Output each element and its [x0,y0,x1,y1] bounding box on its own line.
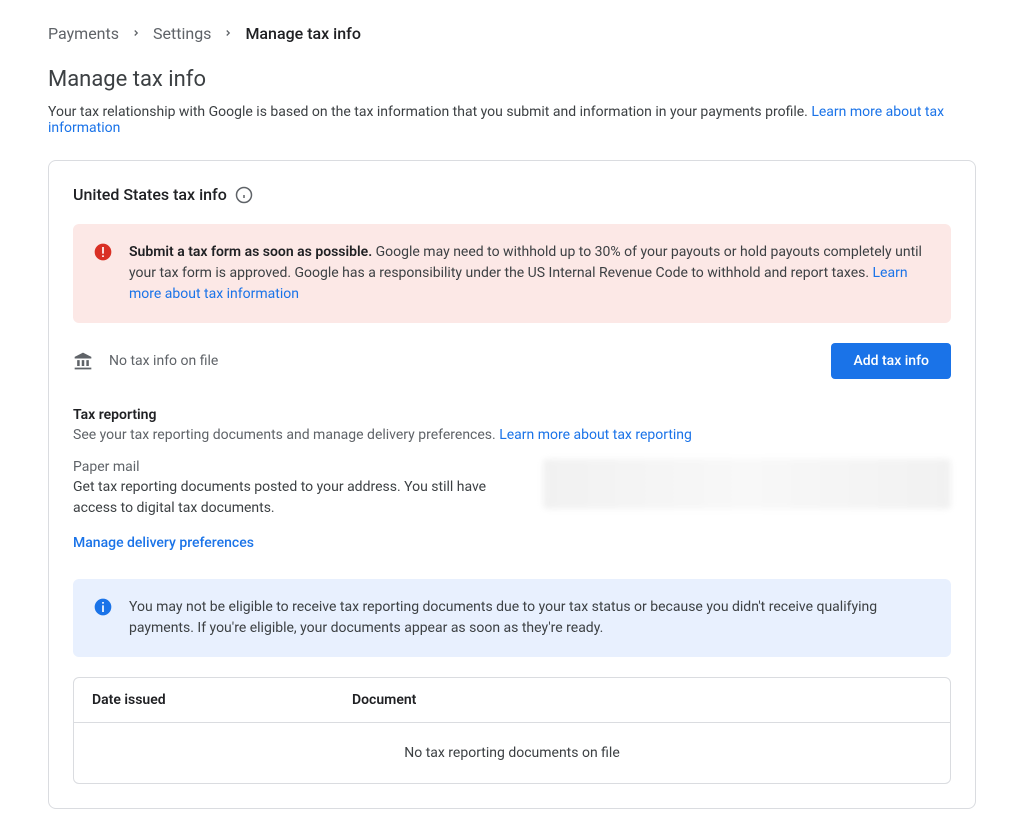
tax-file-row: No tax info on file Add tax info [73,343,951,379]
alert-error-strong: Submit a tax form as soon as possible. [129,244,372,260]
delivery-row: Paper mail Get tax reporting documents p… [73,459,951,519]
breadcrumb-link-payments[interactable]: Payments [48,24,119,43]
alert-error-text: Submit a tax form as soon as possible. G… [129,242,931,305]
section-title: United States tax info [73,185,227,204]
page-subtitle-text: Your tax relationship with Google is bas… [48,104,811,120]
chevron-right-icon [131,26,141,42]
redacted-address [543,459,951,509]
tax-documents-table: Date issued Document No tax reporting do… [73,677,951,784]
delivery-label: Paper mail [73,459,503,475]
alert-info-text: You may not be eligible to receive tax r… [129,597,931,639]
us-tax-info-card: United States tax info Submit a tax form… [48,160,976,809]
col-header-date-issued: Date issued [92,692,352,708]
page-subtitle: Your tax relationship with Google is bas… [48,104,976,136]
manage-delivery-preferences-link[interactable]: Manage delivery preferences [73,535,254,551]
bank-icon [73,351,93,371]
add-tax-info-button[interactable]: Add tax info [831,343,951,379]
col-header-document: Document [352,692,932,708]
delivery-desc: Get tax reporting documents posted to yo… [73,477,503,519]
no-tax-info-text: No tax info on file [109,353,218,369]
alert-submit-tax-form: Submit a tax form as soon as possible. G… [73,224,951,323]
table-empty-state: No tax reporting documents on file [74,723,950,783]
table-header: Date issued Document [74,678,950,723]
breadcrumb-current: Manage tax info [245,24,360,43]
page-title: Manage tax info [48,67,976,92]
tax-reporting-desc-text: See your tax reporting documents and man… [73,427,499,443]
alert-eligibility-info: You may not be eligible to receive tax r… [73,579,951,657]
chevron-right-icon [223,26,233,42]
learn-more-tax-reporting-link[interactable]: Learn more about tax reporting [499,427,692,443]
tax-reporting-desc: See your tax reporting documents and man… [73,427,951,443]
error-icon [93,242,113,262]
info-filled-icon [93,597,113,617]
info-icon[interactable] [235,186,253,204]
breadcrumb-link-settings[interactable]: Settings [153,24,211,43]
breadcrumb: Payments Settings Manage tax info [48,24,976,43]
tax-reporting-title: Tax reporting [73,407,951,423]
